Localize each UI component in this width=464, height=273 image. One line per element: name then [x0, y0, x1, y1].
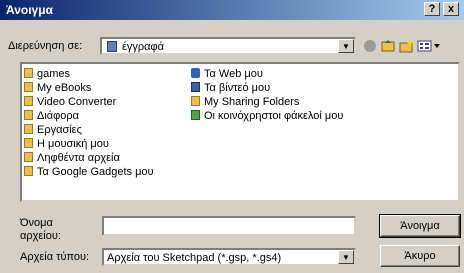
list-item[interactable]: Ληφθέντα αρχεία	[24, 152, 120, 165]
file-name-label-line1: Όνομα	[20, 217, 53, 229]
list-item[interactable]: Διάφορα	[24, 110, 79, 123]
folder-icon	[24, 166, 33, 176]
folder-icon	[24, 110, 33, 120]
list-item[interactable]: My eBooks	[24, 82, 91, 95]
list-item[interactable]: Εργασίες	[24, 124, 82, 137]
folder-icon	[24, 152, 33, 162]
file-name-label-line2: αρχείου:	[20, 230, 61, 242]
list-item[interactable]: Οι κοινόχρηστοι φάκελοί μου	[191, 110, 343, 123]
open-button[interactable]: Άνοιγμα	[379, 214, 461, 238]
look-in-value: έγγραφά	[122, 41, 165, 53]
folder-icon	[24, 82, 33, 92]
window-title: Άνοιγμα	[6, 3, 53, 17]
new-folder-icon[interactable]	[398, 38, 414, 54]
title-bar: Άνοιγμα ? x	[0, 0, 464, 20]
cancel-button[interactable]: Άκυρο	[380, 245, 460, 267]
list-item[interactable]: games	[24, 68, 70, 81]
file-type-label: Αρχεία τύπου:	[20, 251, 90, 263]
list-item[interactable]: Τα Google Gadgets μου	[24, 166, 154, 179]
file-list[interactable]: games My eBooks Video Converter Διάφορα …	[20, 62, 460, 202]
list-item[interactable]: My Sharing Folders	[191, 96, 299, 109]
chevron-down-icon[interactable]: ▼	[338, 39, 354, 53]
list-item[interactable]: Video Converter	[24, 96, 116, 109]
documents-folder-icon	[107, 41, 117, 52]
folder-icon	[24, 138, 33, 148]
folder-icon	[24, 68, 33, 78]
globe-icon	[191, 68, 200, 78]
chevron-down-icon[interactable]: ▼	[338, 250, 354, 264]
look-in-dropdown[interactable]: έγγραφά ▼	[100, 37, 356, 55]
up-folder-icon[interactable]	[380, 38, 396, 54]
view-menu-icon[interactable]	[416, 38, 444, 54]
folder-icon	[24, 96, 33, 106]
file-name-input[interactable]	[102, 216, 356, 236]
help-button[interactable]: ?	[424, 2, 440, 16]
file-type-value: Αρχεία του Sketchpad (*.gsp, *.gs4)	[107, 252, 282, 264]
folder-icon	[191, 96, 200, 106]
file-type-dropdown[interactable]: Αρχεία του Sketchpad (*.gsp, *.gs4) ▼	[102, 248, 356, 266]
look-in-label: Διερεύνηση σε:	[8, 40, 83, 52]
list-item[interactable]: Η μουσική μου	[24, 138, 109, 151]
close-button[interactable]: x	[443, 2, 459, 16]
list-item[interactable]: Τα βίντεό μου	[191, 82, 270, 95]
back-icon[interactable]	[362, 38, 378, 54]
folder-icon	[24, 124, 33, 134]
list-item[interactable]: Τα Web μου	[191, 68, 263, 81]
film-icon	[191, 82, 200, 92]
shared-folder-icon	[191, 110, 200, 120]
